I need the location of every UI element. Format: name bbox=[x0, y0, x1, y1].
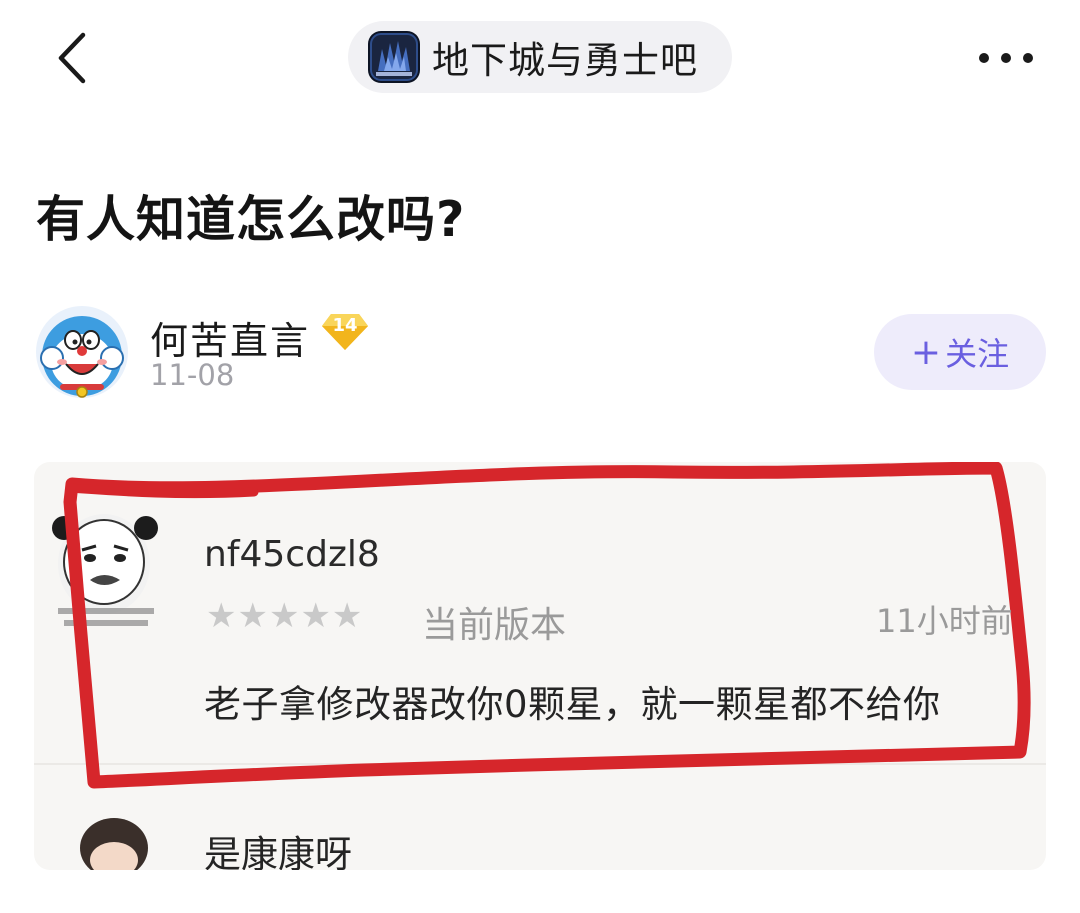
forum-name: 地下城与勇士吧 bbox=[432, 39, 698, 82]
author-avatar[interactable] bbox=[36, 306, 128, 398]
author-name[interactable]: 何苦直言 bbox=[150, 310, 310, 365]
review-version: 当前版本 bbox=[422, 605, 567, 646]
post-title: 有人知道怎么改吗? bbox=[36, 191, 466, 248]
plus-icon: + bbox=[910, 331, 942, 373]
forum-logo-icon bbox=[368, 31, 420, 83]
review-stars: ★★★★★ bbox=[206, 596, 364, 636]
second-avatar-icon bbox=[80, 818, 148, 870]
level-number: 14 bbox=[332, 315, 358, 336]
review-username: nf45cdzl8 bbox=[204, 534, 380, 575]
screenshot-artwork bbox=[34, 462, 1046, 870]
post-date: 11-08 bbox=[150, 358, 235, 392]
back-button[interactable] bbox=[40, 22, 104, 94]
more-dots-icon bbox=[979, 53, 1033, 63]
cartoon-avatar-icon bbox=[36, 306, 128, 398]
post-image[interactable]: nf45cdzl8 ★★★★★ 当前版本 11小时前 老子拿修改器改你0颗星，就… bbox=[34, 462, 1046, 870]
forum-link[interactable]: 地下城与勇士吧 bbox=[348, 21, 732, 93]
follow-button[interactable]: + 关注 bbox=[874, 314, 1046, 390]
level-badge: 14 bbox=[321, 312, 369, 352]
follow-label: 关注 bbox=[945, 335, 1010, 373]
review-comment: 老子拿修改器改你0颗星，就一颗星都不给你 bbox=[204, 683, 941, 726]
chevron-left-icon bbox=[58, 32, 86, 84]
review-time: 11小时前 bbox=[876, 602, 1013, 640]
more-button[interactable] bbox=[966, 30, 1046, 86]
next-review-username: 是康康呀 bbox=[204, 833, 352, 870]
